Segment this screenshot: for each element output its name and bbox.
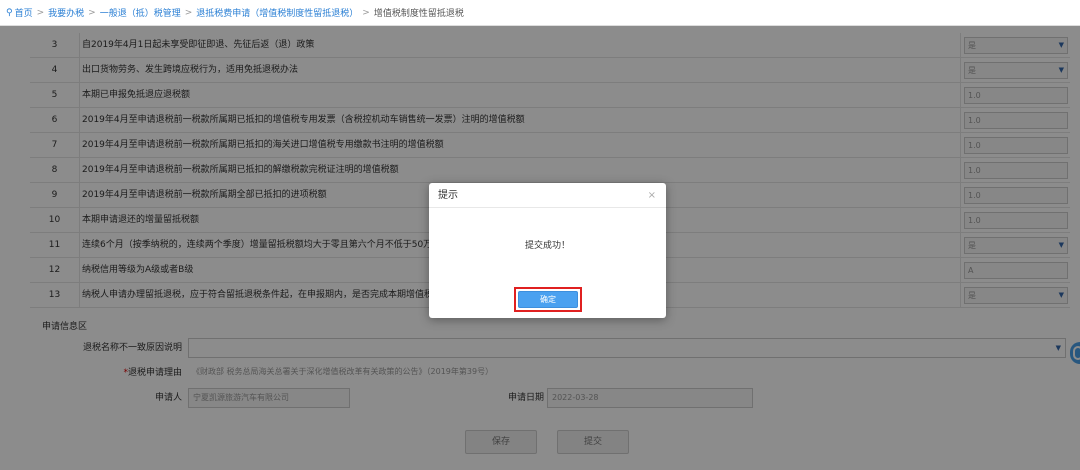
confirm-button[interactable]: 确定 — [518, 291, 578, 308]
breadcrumb-refund-application[interactable]: 退抵税费申请（增值税制度性留抵退税） — [196, 6, 358, 19]
breadcrumb-refund-management[interactable]: 一般退（抵）税管理 — [100, 6, 181, 19]
breadcrumb-current: 增值税制度性留抵退税 — [373, 9, 464, 19]
breadcrumb-my-tax[interactable]: 我要办税 — [48, 6, 84, 19]
breadcrumb-separator: > — [184, 7, 193, 18]
dialog-title: 提示 — [438, 190, 458, 201]
breadcrumb-separator: > — [36, 7, 45, 18]
breadcrumb-separator: > — [88, 7, 96, 18]
breadcrumb-separator: > — [362, 7, 370, 18]
dialog-message: 提交成功！ — [524, 241, 570, 251]
breadcrumb-home[interactable]: 首页 — [15, 6, 33, 19]
close-icon[interactable]: × — [648, 183, 656, 208]
dialog-header: 提示 × — [429, 183, 666, 208]
location-pin-icon: ⚲ — [6, 7, 13, 18]
alert-dialog: 提示 × 提交成功！ 确定 — [429, 183, 666, 318]
breadcrumb: ⚲ 首页 > 我要办税 > 一般退（抵）税管理 > 退抵税费申请（增值税制度性留… — [0, 0, 1080, 26]
